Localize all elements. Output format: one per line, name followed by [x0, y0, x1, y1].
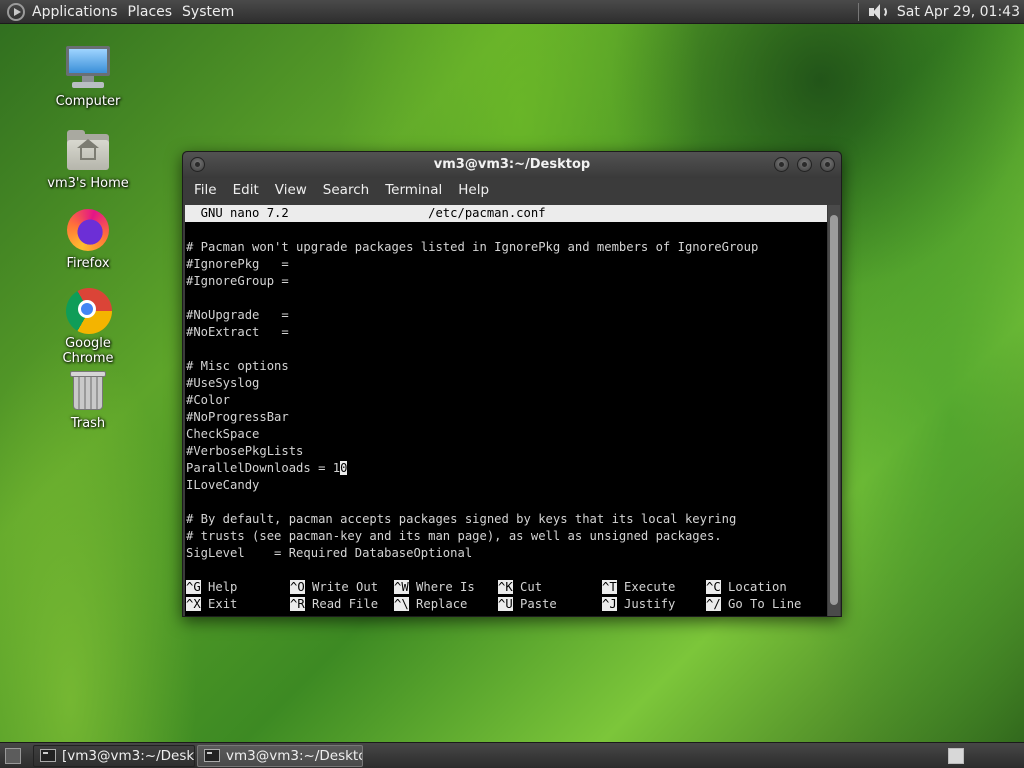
file-line: #Color	[186, 393, 231, 407]
window-title: vm3@vm3:~/Desktop	[433, 157, 591, 172]
desktop-icon-label: Google Chrome	[62, 336, 114, 366]
maximize-button[interactable]	[797, 157, 812, 172]
places-menu[interactable]: Places	[127, 4, 182, 20]
window-menu-button[interactable]	[190, 157, 205, 172]
file-line	[185, 494, 827, 511]
shortcut-write-out: ^O Write Out	[290, 580, 379, 594]
file-line: SigLevel = Required DatabaseOptional	[186, 546, 473, 560]
shortcut-cut: ^K Cut	[498, 580, 543, 594]
file-line: #NoUpgrade =	[186, 308, 289, 322]
desktop-icon-chrome[interactable]: Google Chrome	[40, 286, 136, 366]
top-panel: Applications Places System Sat Apr 29, 0…	[0, 0, 1024, 24]
desktop-icon-home[interactable]: vm3's Home	[40, 126, 136, 191]
file-line-cursor: ParallelDownloads = 10	[185, 460, 827, 477]
menu-help[interactable]: Help	[450, 182, 497, 198]
shortcut-replace: ^\ Replace	[394, 597, 468, 611]
taskbar-item[interactable]: [vm3@vm3:~/Deskt...	[33, 744, 195, 767]
desktop-icon-label: Trash	[70, 416, 106, 431]
shortcut-row: ^G Help ^O Write Out ^W Where Is ^K Cut …	[185, 579, 827, 596]
menu-view[interactable]: View	[267, 182, 315, 198]
file-line	[185, 562, 827, 579]
shortcut-exit: ^X Exit	[186, 597, 238, 611]
file-line: # By default, pacman accepts packages si…	[186, 512, 737, 526]
trash-icon	[64, 366, 112, 414]
shortcut-help: ^G Help	[186, 580, 238, 594]
nano-header: GNU nano 7.2 /etc/pacman.conf	[185, 205, 827, 222]
shortcut-justify: ^J Justify	[602, 597, 676, 611]
terminal-window[interactable]: vm3@vm3:~/Desktop File Edit View Search …	[182, 151, 842, 617]
workspace-switcher[interactable]	[948, 747, 964, 764]
taskbar-item-label: [vm3@vm3:~/Deskt...	[62, 747, 195, 764]
show-desktop-icon[interactable]	[5, 747, 21, 764]
chrome-icon	[64, 286, 112, 334]
file-line: #IgnorePkg =	[186, 257, 289, 271]
terminal-menubar: File Edit View Search Terminal Help	[183, 178, 841, 202]
desktop-icon-label: Firefox	[66, 256, 110, 271]
window-titlebar[interactable]: vm3@vm3:~/Desktop	[183, 152, 841, 178]
volume-icon[interactable]	[867, 3, 887, 21]
menu-logo-icon[interactable]	[7, 2, 25, 21]
desktop-icon-computer[interactable]: Computer	[40, 44, 136, 109]
clock[interactable]: Sat Apr 29, 01:43	[897, 4, 1020, 20]
panel-tray: Sat Apr 29, 01:43	[850, 0, 1024, 24]
home-folder-icon	[64, 126, 112, 174]
menu-search[interactable]: Search	[315, 182, 377, 198]
system-menu[interactable]: System	[181, 4, 243, 20]
menu-file[interactable]: File	[186, 182, 225, 198]
scrollbar-thumb[interactable]	[830, 215, 838, 605]
cursor-line-text: ParallelDownloads = 1	[186, 461, 341, 475]
shortcut-row: ^X Exit ^R Read File ^\ Replace ^U Paste…	[185, 596, 827, 613]
applications-menu[interactable]: Applications	[31, 4, 127, 20]
computer-icon	[64, 44, 112, 92]
file-line: #IgnoreGroup =	[186, 274, 289, 288]
close-button[interactable]	[820, 157, 835, 172]
minimize-button[interactable]	[774, 157, 789, 172]
file-line	[185, 341, 827, 358]
bottom-panel: [vm3@vm3:~/Deskt... vm3@vm3:~/Desktop	[0, 742, 1024, 768]
file-line: # Misc options	[186, 359, 289, 373]
firefox-icon	[64, 206, 112, 254]
text-cursor: 0	[340, 461, 348, 475]
taskbar-item-active[interactable]: vm3@vm3:~/Desktop	[197, 744, 363, 767]
desktop-icon-label: Computer	[55, 94, 121, 109]
shortcut-read-file: ^R Read File	[290, 597, 379, 611]
desktop-icon-trash[interactable]: Trash	[40, 366, 136, 431]
terminal-scrollbar[interactable]	[828, 205, 840, 616]
file-line: #UseSyslog	[186, 376, 260, 390]
desktop-icon-firefox[interactable]: Firefox	[40, 206, 136, 271]
terminal-icon	[204, 749, 220, 762]
file-line: # trusts (see pacman-key and its man pag…	[186, 529, 722, 543]
terminal-text-area[interactable]: GNU nano 7.2 /etc/pacman.conf # Pacman w…	[185, 205, 827, 616]
file-line: ILoveCandy	[186, 478, 260, 492]
taskbar-item-label: vm3@vm3:~/Desktop	[226, 747, 363, 764]
file-line: # Pacman won't upgrade packages listed i…	[186, 240, 759, 254]
shortcut-go-to-line: ^/ Go To Line	[706, 597, 802, 611]
desktop-icon-label: vm3's Home	[47, 176, 129, 191]
file-line: CheckSpace	[186, 427, 260, 441]
file-line	[185, 222, 827, 239]
menu-terminal[interactable]: Terminal	[377, 182, 450, 198]
terminal-icon	[40, 749, 56, 762]
menu-edit[interactable]: Edit	[225, 182, 267, 198]
shortcut-location: ^C Location	[706, 580, 787, 594]
file-line: #VerbosePkgLists	[186, 444, 304, 458]
file-line: #NoProgressBar	[186, 410, 289, 424]
panel-separator	[857, 2, 859, 21]
shortcut-where-is: ^W Where Is	[394, 580, 475, 594]
file-line: #NoExtract =	[186, 325, 289, 339]
shortcut-execute: ^T Execute	[602, 580, 676, 594]
shortcut-paste: ^U Paste	[498, 597, 557, 611]
file-line	[185, 290, 827, 307]
